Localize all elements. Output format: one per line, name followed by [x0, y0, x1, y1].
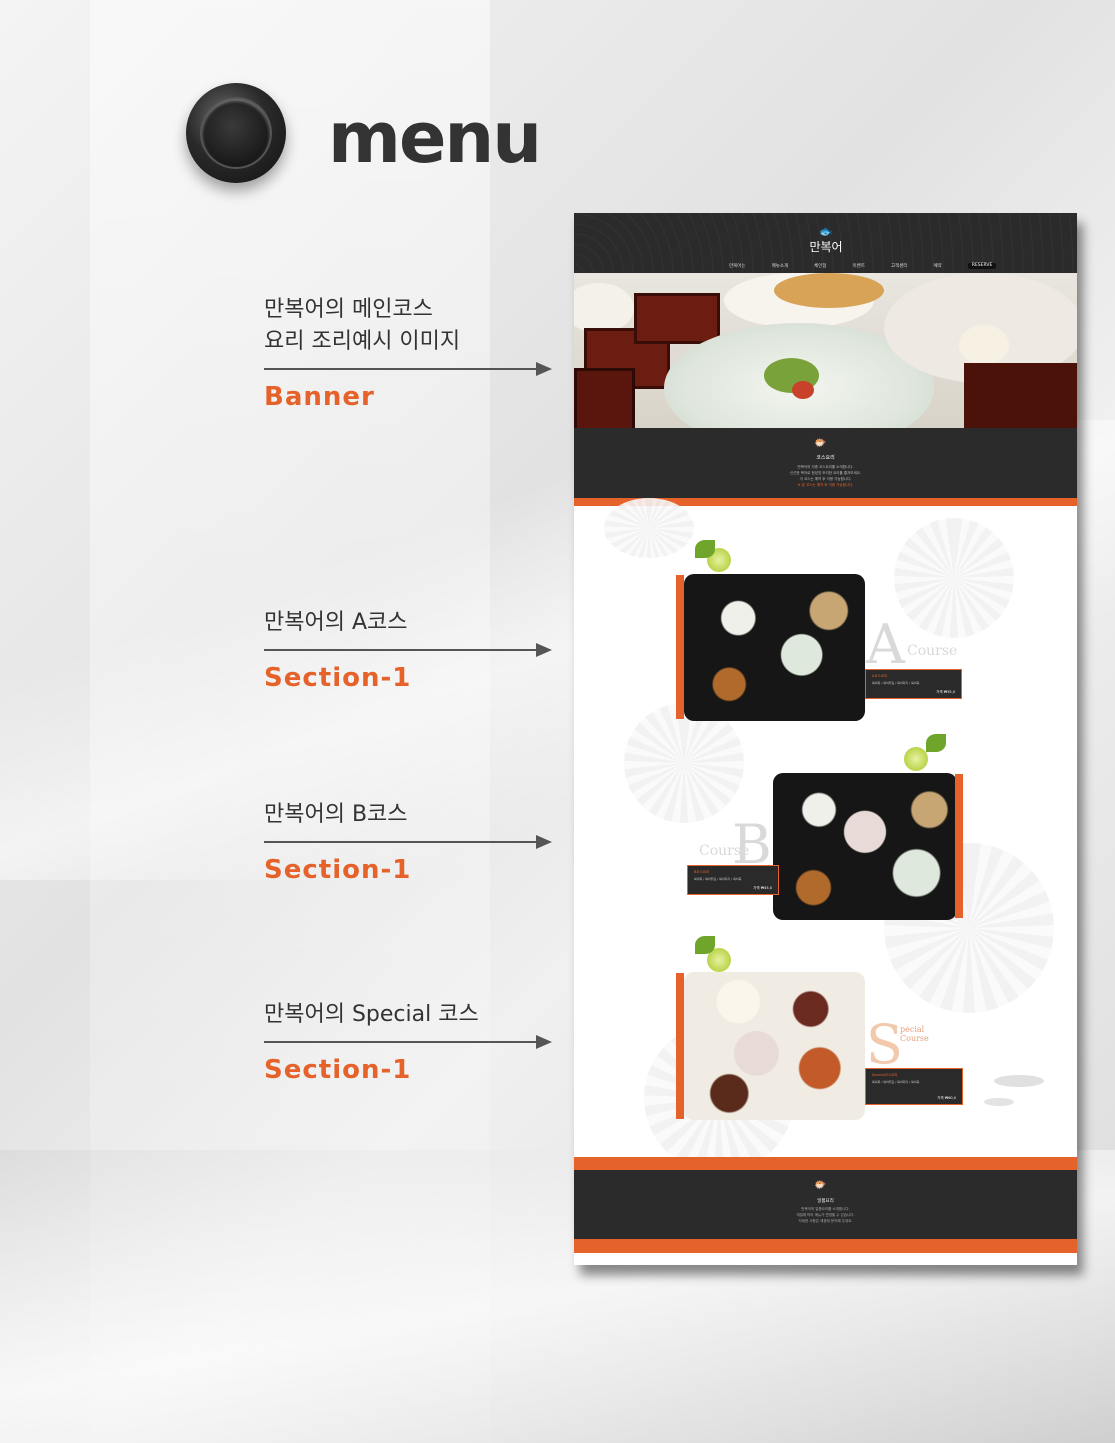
section-b-label: B코스요리: [694, 870, 710, 874]
section-a-label: A코스요리: [872, 674, 888, 678]
note-tag: Section-1: [264, 663, 412, 693]
section-b-info: 복어회 / 복어튀김 / 복어지리 / 복어죽: [694, 877, 742, 881]
note-tag: Banner: [264, 382, 375, 412]
note-tag: Section-1: [264, 1055, 412, 1085]
note-desc-line: 만복어의 메인코스: [264, 297, 433, 322]
mockup-footer: 🐡 일품요리 만복어의 일품요리를 소개합니다. 계절에 따라 메뉴가 변경될 …: [574, 1170, 1077, 1239]
section-b-price: 가격 ₩45,0: [753, 886, 772, 890]
shrimp-icon: [984, 1098, 1014, 1106]
section-special-price-box: Special코스요리 복어회 / 복어튀김 / 복어지리 / 복어죽 가격 ₩…: [865, 1068, 963, 1105]
orange-divider: [574, 1239, 1077, 1253]
mockup-header: 🐟 만복어 만복어는 메뉴소개 체인점 이벤트 고객센터 예약 RESERVE: [574, 213, 1077, 273]
fish-logo-icon: 🐟: [819, 225, 833, 238]
note-tag: Section-1: [264, 855, 412, 885]
note-desc-line: 요리 조리예시 이미지: [264, 329, 461, 354]
mockup-nav-item[interactable]: 메뉴소개: [772, 263, 789, 269]
leaf-icon: [926, 734, 946, 752]
section-b-edge: [955, 774, 963, 918]
mockup-logo[interactable]: 🐟 만복어: [804, 225, 848, 255]
note-desc-line: 만복어의 B코스: [264, 802, 408, 827]
mockup-reserve-button[interactable]: RESERVE: [967, 263, 997, 269]
mockup-nav-item[interactable]: 예약: [934, 263, 942, 269]
footer-title: 일품요리: [817, 1199, 834, 1204]
section-special-label: Special코스요리: [872, 1073, 898, 1077]
section-a-info: 복어회 / 복어튀김 / 복어지리 / 복어죽: [872, 681, 920, 685]
flower-pattern: [604, 498, 694, 558]
mockup-banner-image: [574, 273, 1077, 428]
note-section-b: 만복어의 B코스 Section-1: [264, 799, 564, 885]
fish-icon: 🐡: [814, 1180, 827, 1191]
arrow-right-icon: [264, 362, 564, 376]
menu-badge-icon: [186, 83, 286, 183]
section-special-price: 가격 ₩60,0: [937, 1096, 956, 1100]
mockup-nav: 만복어는 메뉴소개 체인점 이벤트 고객센터 예약 RESERVE: [729, 263, 997, 269]
arrow-right-icon: [264, 835, 564, 849]
note-desc-line: 만복어의 Special 코스: [264, 1002, 479, 1027]
section-special-edge: [676, 973, 684, 1119]
course-text: 만복어의 각종 코스요리를 소개합니다. 신선한 복어로 정성껏 조리한 요리를…: [574, 464, 1077, 488]
section-special-info: 복어회 / 복어튀김 / 복어지리 / 복어죽: [872, 1080, 920, 1084]
fish-icon: 🐡: [814, 438, 827, 449]
section-a-price-box: A코스요리 복어회 / 복어튀김 / 복어지리 / 복어죽 가격 ₩35,0: [865, 669, 962, 699]
leaf-icon: [695, 936, 715, 954]
shrimp-icon: [994, 1075, 1044, 1087]
orange-divider: [574, 1157, 1077, 1170]
section-a-image: [684, 574, 865, 721]
arrow-right-icon: [264, 643, 564, 657]
note-banner: 만복어의 메인코스 요리 조리예시 이미지 Banner: [264, 294, 564, 412]
leaf-icon: [695, 540, 715, 558]
mockup-course-intro: 🐡 코스요리 만복어의 각종 코스요리를 소개합니다. 신선한 복어로 정성껏 …: [574, 428, 1077, 498]
section-b-word: Course: [699, 843, 750, 859]
section-special-image: [684, 972, 865, 1120]
course-title: 코스요리: [816, 455, 835, 461]
section-a-word: Course: [907, 643, 958, 659]
section-a-edge: [676, 575, 684, 719]
footer-text-line: 자세한 사항은 매장에 문의해 주세요.: [798, 1219, 853, 1223]
section-b-image: [773, 773, 957, 920]
mockup-nav-item[interactable]: 만복어는: [729, 263, 746, 269]
section-special-word: pecial Course: [900, 1025, 929, 1043]
lime-icon: [904, 747, 928, 771]
note-section-a: 만복어의 A코스 Section-1: [264, 607, 564, 693]
arrow-right-icon: [264, 1035, 564, 1049]
website-mockup: 🐟 만복어 만복어는 메뉴소개 체인점 이벤트 고객센터 예약 RESERVE …: [574, 213, 1077, 1265]
page-title: menu: [328, 97, 542, 179]
section-a-letter: A: [866, 613, 905, 676]
mockup-logo-text: 만복어: [809, 240, 843, 254]
mockup-nav-item[interactable]: 이벤트: [853, 263, 865, 269]
flower-pattern: [894, 518, 1014, 638]
mockup-nav-item[interactable]: 고객센터: [891, 263, 908, 269]
section-special-letter: S: [866, 1013, 903, 1076]
footer-text: 만복어의 일품요리를 소개합니다. 계절에 따라 메뉴가 변경될 수 있습니다.…: [574, 1206, 1077, 1224]
flower-pattern: [624, 703, 744, 823]
section-b-price-box: B코스요리 복어회 / 복어튀김 / 복어지리 / 복어죽 가격 ₩45,0: [687, 865, 779, 895]
mockup-nav-item[interactable]: 체인점: [814, 263, 826, 269]
note-desc-line: 만복어의 A코스: [264, 610, 408, 635]
section-a-price: 가격 ₩35,0: [936, 690, 955, 694]
course-note: ※ 본 코스는 예약 후 이용 가능합니다.: [797, 483, 854, 487]
note-section-special: 만복어의 Special 코스 Section-1: [264, 999, 564, 1085]
